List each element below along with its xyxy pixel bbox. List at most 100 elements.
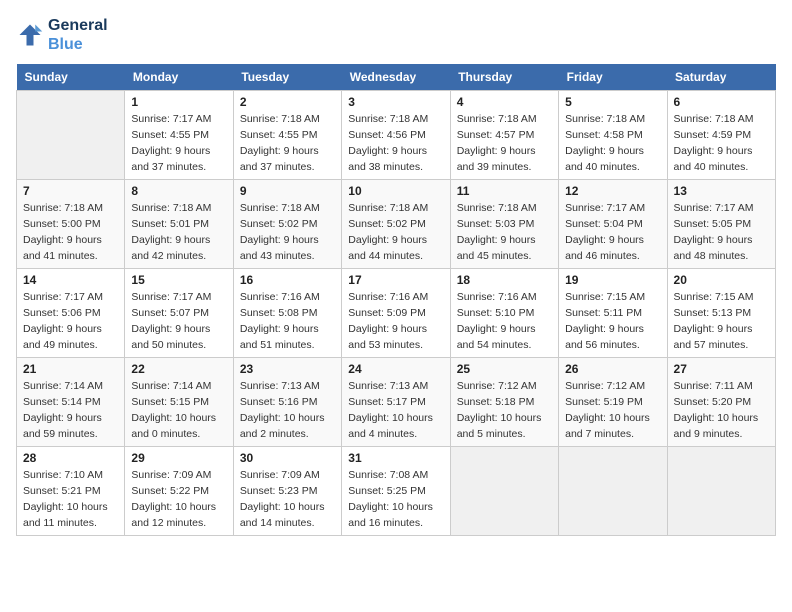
header: General Blue: [16, 16, 776, 54]
day-number: 9: [240, 184, 335, 198]
day-cell: 7 Sunrise: 7:18 AM Sunset: 5:00 PM Daylig…: [17, 180, 125, 269]
day-number: 28: [23, 451, 118, 465]
day-number: 5: [565, 95, 660, 109]
col-header-sunday: Sunday: [17, 64, 125, 91]
day-number: 8: [131, 184, 226, 198]
day-info: Sunrise: 7:16 AM Sunset: 5:08 PM Dayligh…: [240, 290, 335, 353]
day-cell: 19Sunrise: 7:15 AM Sunset: 5:11 PM Dayli…: [559, 269, 667, 358]
week-row-5: 28 Sunrise: 7:10 AM Sunset: 5:21 PM Dayli…: [17, 447, 776, 536]
day-number: 24: [348, 362, 443, 376]
day-number: 10: [348, 184, 443, 198]
day-info: Sunrise: 7:09 AM Sunset: 5:23 PM Dayligh…: [240, 468, 335, 531]
logo: General Blue: [16, 16, 108, 54]
day-cell: 29 Sunrise: 7:09 AM Sunset: 5:22 PM Dayli…: [125, 447, 233, 536]
day-cell: 8 Sunrise: 7:18 AM Sunset: 5:01 PM Daylig…: [125, 180, 233, 269]
day-info: Sunrise: 7:12 AM Sunset: 5:18 PM Dayligh…: [457, 379, 552, 442]
day-info: Sunrise: 7:14 AM Sunset: 5:15 PM Dayligh…: [131, 379, 226, 442]
day-info: Sunrise: 7:11 AM Sunset: 5:20 PM Dayligh…: [674, 379, 769, 442]
day-info: Sunrise: 7:14 AM Sunset: 5:14 PM Dayligh…: [23, 379, 118, 442]
day-info: Sunrise: 7:08 AM Sunset: 5:25 PM Dayligh…: [348, 468, 443, 531]
day-info: Sunrise: 7:16 AM Sunset: 5:09 PM Dayligh…: [348, 290, 443, 353]
day-cell: 12 Sunrise: 7:17 AM Sunset: 5:04 PM Dayli…: [559, 180, 667, 269]
day-number: 7: [23, 184, 118, 198]
day-cell: 10 Sunrise: 7:18 AM Sunset: 5:02 PM Dayli…: [342, 180, 450, 269]
day-number: 12: [565, 184, 660, 198]
day-info: Sunrise: 7:12 AM Sunset: 5:19 PM Dayligh…: [565, 379, 660, 442]
day-cell: 17 Sunrise: 7:16 AM Sunset: 5:09 PM Dayli…: [342, 269, 450, 358]
day-number: 11: [457, 184, 552, 198]
day-number: 4: [457, 95, 552, 109]
day-info: Sunrise: 7:15 AM Sunset: 5:11 PM Dayligh…: [565, 290, 660, 353]
day-cell: 23Sunrise: 7:13 AM Sunset: 5:16 PM Dayli…: [233, 358, 341, 447]
day-number: 1: [131, 95, 226, 109]
day-info: Sunrise: 7:15 AM Sunset: 5:13 PM Dayligh…: [674, 290, 769, 353]
day-number: 17: [348, 273, 443, 287]
day-cell: 30 Sunrise: 7:09 AM Sunset: 5:23 PM Dayli…: [233, 447, 341, 536]
day-info: Sunrise: 7:17 AM Sunset: 5:06 PM Dayligh…: [23, 290, 118, 353]
day-number: 3: [348, 95, 443, 109]
day-cell: 3 Sunrise: 7:18 AM Sunset: 4:56 PM Daylig…: [342, 91, 450, 180]
col-header-friday: Friday: [559, 64, 667, 91]
day-cell: [17, 91, 125, 180]
day-cell: [559, 447, 667, 536]
day-cell: 27 Sunrise: 7:11 AM Sunset: 5:20 PM Dayli…: [667, 358, 775, 447]
day-cell: 16Sunrise: 7:16 AM Sunset: 5:08 PM Dayli…: [233, 269, 341, 358]
day-cell: 26 Sunrise: 7:12 AM Sunset: 5:19 PM Dayli…: [559, 358, 667, 447]
day-cell: 24 Sunrise: 7:13 AM Sunset: 5:17 PM Dayli…: [342, 358, 450, 447]
day-number: 15: [131, 273, 226, 287]
day-number: 13: [674, 184, 769, 198]
day-info: Sunrise: 7:18 AM Sunset: 5:00 PM Dayligh…: [23, 201, 118, 264]
day-info: Sunrise: 7:13 AM Sunset: 5:16 PM Dayligh…: [240, 379, 335, 442]
day-number: 22: [131, 362, 226, 376]
day-info: Sunrise: 7:10 AM Sunset: 5:21 PM Dayligh…: [23, 468, 118, 531]
day-number: 31: [348, 451, 443, 465]
day-cell: 21 Sunrise: 7:14 AM Sunset: 5:14 PM Dayli…: [17, 358, 125, 447]
week-row-2: 7 Sunrise: 7:18 AM Sunset: 5:00 PM Daylig…: [17, 180, 776, 269]
day-number: 2: [240, 95, 335, 109]
day-number: 26: [565, 362, 660, 376]
day-cell: 20 Sunrise: 7:15 AM Sunset: 5:13 PM Dayli…: [667, 269, 775, 358]
day-number: 20: [674, 273, 769, 287]
day-info: Sunrise: 7:18 AM Sunset: 4:57 PM Dayligh…: [457, 112, 552, 175]
day-cell: 18Sunrise: 7:16 AM Sunset: 5:10 PM Dayli…: [450, 269, 558, 358]
day-info: Sunrise: 7:16 AM Sunset: 5:10 PM Dayligh…: [457, 290, 552, 353]
day-info: Sunrise: 7:17 AM Sunset: 4:55 PM Dayligh…: [131, 112, 226, 175]
day-info: Sunrise: 7:13 AM Sunset: 5:17 PM Dayligh…: [348, 379, 443, 442]
day-info: Sunrise: 7:18 AM Sunset: 5:01 PM Dayligh…: [131, 201, 226, 264]
day-info: Sunrise: 7:18 AM Sunset: 4:58 PM Dayligh…: [565, 112, 660, 175]
day-cell: 6 Sunrise: 7:18 AM Sunset: 4:59 PM Daylig…: [667, 91, 775, 180]
day-cell: 4 Sunrise: 7:18 AM Sunset: 4:57 PM Daylig…: [450, 91, 558, 180]
day-info: Sunrise: 7:18 AM Sunset: 4:59 PM Dayligh…: [674, 112, 769, 175]
col-header-thursday: Thursday: [450, 64, 558, 91]
day-info: Sunrise: 7:18 AM Sunset: 4:55 PM Dayligh…: [240, 112, 335, 175]
col-header-saturday: Saturday: [667, 64, 775, 91]
day-info: Sunrise: 7:18 AM Sunset: 5:03 PM Dayligh…: [457, 201, 552, 264]
day-cell: 15 Sunrise: 7:17 AM Sunset: 5:07 PM Dayli…: [125, 269, 233, 358]
day-cell: 2 Sunrise: 7:18 AM Sunset: 4:55 PM Daylig…: [233, 91, 341, 180]
day-number: 25: [457, 362, 552, 376]
day-number: 27: [674, 362, 769, 376]
day-number: 6: [674, 95, 769, 109]
calendar-table: SundayMondayTuesdayWednesdayThursdayFrid…: [16, 64, 776, 536]
logo-icon: [16, 21, 44, 49]
day-cell: 14 Sunrise: 7:17 AM Sunset: 5:06 PM Dayli…: [17, 269, 125, 358]
day-number: 30: [240, 451, 335, 465]
day-cell: 31 Sunrise: 7:08 AM Sunset: 5:25 PM Dayli…: [342, 447, 450, 536]
day-cell: 9Sunrise: 7:18 AM Sunset: 5:02 PM Daylig…: [233, 180, 341, 269]
day-number: 29: [131, 451, 226, 465]
day-cell: 1 Sunrise: 7:17 AM Sunset: 4:55 PM Daylig…: [125, 91, 233, 180]
col-header-monday: Monday: [125, 64, 233, 91]
logo-line2: Blue: [48, 35, 108, 54]
day-info: Sunrise: 7:17 AM Sunset: 5:04 PM Dayligh…: [565, 201, 660, 264]
col-header-wednesday: Wednesday: [342, 64, 450, 91]
day-number: 21: [23, 362, 118, 376]
col-header-tuesday: Tuesday: [233, 64, 341, 91]
day-info: Sunrise: 7:18 AM Sunset: 4:56 PM Dayligh…: [348, 112, 443, 175]
day-cell: 22 Sunrise: 7:14 AM Sunset: 5:15 PM Dayli…: [125, 358, 233, 447]
day-info: Sunrise: 7:18 AM Sunset: 5:02 PM Dayligh…: [348, 201, 443, 264]
day-info: Sunrise: 7:09 AM Sunset: 5:22 PM Dayligh…: [131, 468, 226, 531]
day-cell: 13Sunrise: 7:17 AM Sunset: 5:05 PM Dayli…: [667, 180, 775, 269]
day-number: 14: [23, 273, 118, 287]
logo-line1: General: [48, 16, 108, 35]
day-info: Sunrise: 7:17 AM Sunset: 5:07 PM Dayligh…: [131, 290, 226, 353]
